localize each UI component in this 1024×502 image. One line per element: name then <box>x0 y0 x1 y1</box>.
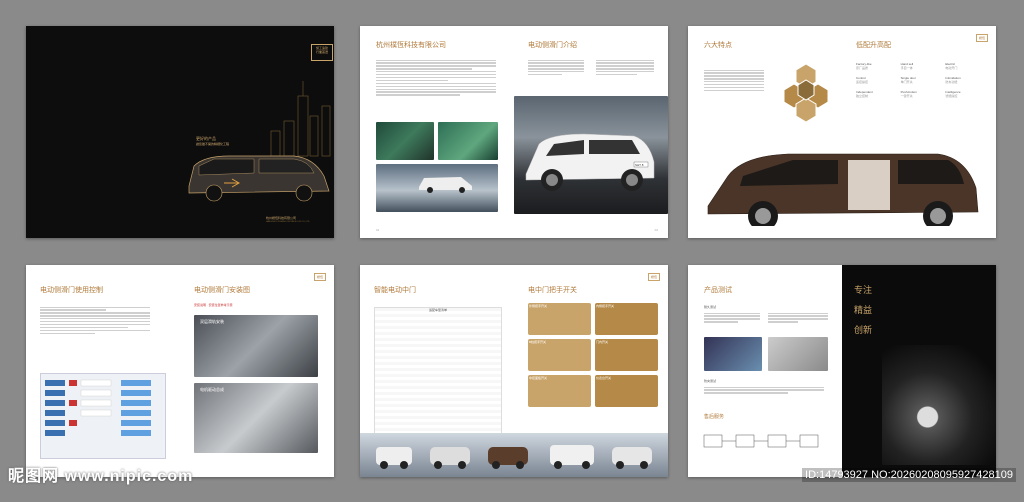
page-title: 杭州樸恆科技有限公司 <box>376 41 446 49</box>
page-title: 六大特点 <box>704 41 732 49</box>
page-title: 电动侧滑门介绍 <box>528 41 577 49</box>
switch-photo-grid: 外侧把手开关 内侧把手开关 B柱把手开关 门内开关 中控面板开关 仪表台开关 <box>528 303 658 407</box>
install-label-1: 双层滑轨安装 <box>200 319 224 324</box>
install-note: 安装说明 · 安装位置参考示意 <box>194 303 233 307</box>
page-title: 低配升高配 <box>856 41 891 49</box>
page-control: 电动侧滑门使用控制 <box>26 265 180 477</box>
table-title: 适配车型清单 <box>428 308 447 312</box>
cover-car-illustration <box>188 155 330 202</box>
license-plate: SHT 8 <box>635 163 644 167</box>
value-precision: 精益 <box>854 305 873 315</box>
body-text-right <box>768 311 828 324</box>
page-title: 产品测试 <box>704 286 732 294</box>
switch-photo: 外侧把手开关 <box>528 303 591 335</box>
white-suv-small <box>419 177 472 193</box>
image-id-watermark: ID:14793927 NO:20260208095927428109 <box>802 468 1016 482</box>
page-company-profile: 杭州樸恆科技有限公司 01 <box>360 26 514 238</box>
page-title: 智能电动中门 <box>374 286 416 294</box>
page-number: 01 <box>376 228 380 232</box>
electric-door-spread: 智能电动中门 适配车型清单 电中门把手开关 樸恆 外侧把手开关 内侧把手开关 B… <box>360 265 668 477</box>
cover-spread: 施工遠建 行業首選 更好的产品 讓您離不開的精細化工程 杭州樸恆科技有限公司 H… <box>26 26 334 238</box>
body-text <box>376 58 496 97</box>
cover-company-en: HANGZHOU PUHENG TECHNOLOGY CO.,LTD <box>266 221 310 223</box>
switch-photo: 中控面板开关 <box>528 375 591 407</box>
body-text <box>40 305 150 336</box>
feature-item: Intimidation 防夹功能 <box>945 76 961 84</box>
feature-item: Intelligence 智能操控 <box>945 90 961 98</box>
switch-photo: 内侧把手开关 <box>595 303 658 335</box>
install-label-2: 电机驱动总成 <box>200 387 224 392</box>
feature-item: Factory-like 原厂品质 <box>856 62 872 70</box>
feature-list <box>704 68 764 93</box>
features-spread: 六大特点 低配升高配 樸恆 Factory-like 原厂品质 Hand sell… <box>688 26 996 238</box>
install-photo-rail: 双层滑轨安装 <box>194 315 318 377</box>
worker-gloves-photo <box>882 345 996 465</box>
brand-logo: 樸恆 <box>313 273 326 281</box>
company-intro-spread: 杭州樸恆科技有限公司 01 电动侧滑门介绍 SHT 8 02 <box>360 26 668 238</box>
hexagon-feature-graphic <box>783 63 829 122</box>
brand-logo: 樸恆 <box>975 34 988 42</box>
switch-photo: 门内开关 <box>595 339 658 371</box>
control-install-spread: 电动侧滑门使用控制 电动侧滑门安装图 樸恆 安装说明 · 安装位置参考示意 双层… <box>26 265 334 477</box>
control-panel-screenshot <box>40 373 166 459</box>
test-photo-2 <box>768 337 828 371</box>
brown-minivan-open-door <box>707 153 979 226</box>
feature-item: Single door 单门开关 <box>900 76 916 84</box>
cover-company: 杭州樸恆科技有限公司 <box>266 216 297 220</box>
feature-item: Hand sell 手自一体 <box>900 62 914 70</box>
body-text-left <box>528 58 584 77</box>
feature-item: Control 遥控操控 <box>856 76 869 84</box>
feature-item: Electric 电动开门 <box>945 62 958 70</box>
page-install: 电动侧滑门安装图 樸恆 安装说明 · 安装位置参考示意 双层滑轨安装 电机驱动总… <box>180 265 334 477</box>
value-innovation: 创新 <box>854 325 873 335</box>
page-product-test: 产品测试 耐久测试 防夹测试 售后服务 <box>688 265 842 477</box>
body-text-right <box>596 58 654 77</box>
feature-grid: Factory-like 原厂品质 Hand sell 手自一体 Electric 电… <box>856 62 990 98</box>
feature-item: Push-button 一键开关 <box>900 90 917 98</box>
value-focus: 专注 <box>854 285 873 295</box>
body-text-2 <box>704 385 824 395</box>
section-anti-pinch: 防夹测试 <box>704 379 717 383</box>
brand-logo: 樸恆 <box>647 273 660 281</box>
page-number: 02 <box>654 228 658 232</box>
page-brand-values: 专注 精益 创新 <box>842 265 996 477</box>
page-side-door-intro: 电动侧滑门介绍 SHT 8 02 <box>514 26 668 238</box>
install-photo-motor: 电机驱动总成 <box>194 383 318 453</box>
van-lineup-strip <box>360 433 668 477</box>
site-watermark: 昵图网 www.nipic.com <box>8 468 194 485</box>
body-text <box>704 311 760 324</box>
van-photo: SHT 8 <box>514 96 668 214</box>
vehicle-table: 适配车型清单 <box>374 307 502 439</box>
testing-spread: 产品测试 耐久测试 防夹测试 售后服务 专注 精益 创新 <box>688 265 996 477</box>
cover-badge: 施工遠建 行業首選 <box>311 44 333 61</box>
circuit-board-photo <box>376 122 434 160</box>
after-sales-title: 售后服务 <box>704 415 725 420</box>
page-title: 电动侧滑门使用控制 <box>40 286 103 294</box>
feature-item: Independent 独立控制 <box>856 90 873 98</box>
page-title: 电中门把手开关 <box>528 286 577 294</box>
factory-photo <box>438 122 498 160</box>
service-flow-diagram <box>703 434 819 448</box>
switch-photo: B柱把手开关 <box>528 339 591 371</box>
page-title: 电动侧滑门安装图 <box>194 286 250 294</box>
switch-photo: 仪表台开关 <box>595 375 658 407</box>
section-durability: 耐久测试 <box>704 305 717 309</box>
test-photo-1 <box>704 337 762 371</box>
